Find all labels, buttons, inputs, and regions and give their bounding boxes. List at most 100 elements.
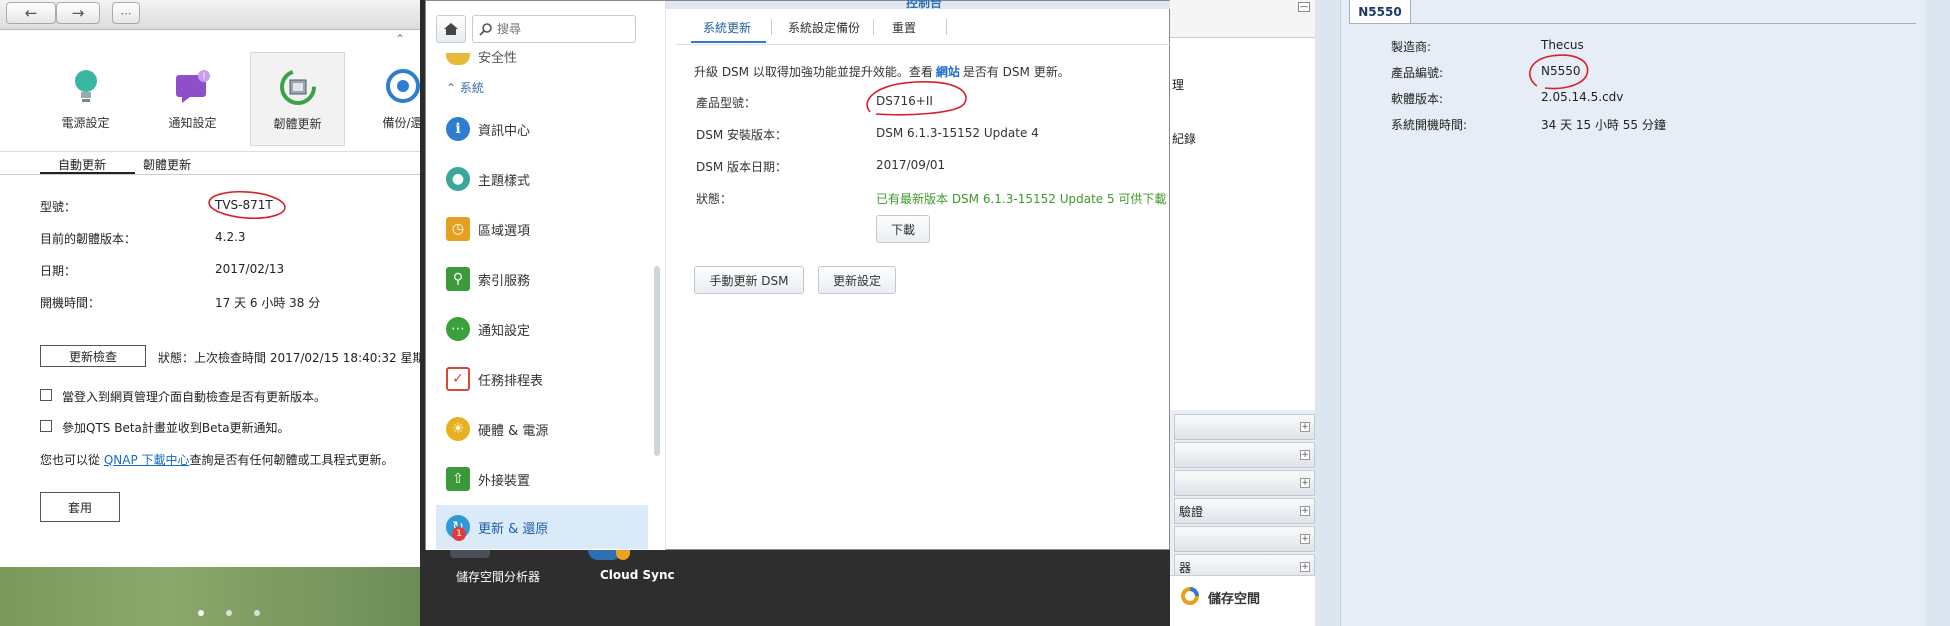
expand-icon[interactable]: + bbox=[1300, 450, 1310, 460]
collapsed-row[interactable]: + bbox=[1174, 442, 1315, 468]
collapsed-row[interactable]: + bbox=[1174, 526, 1315, 552]
search-index-icon: ⚲ bbox=[446, 267, 470, 291]
tab-n5550[interactable]: N5550 bbox=[1349, 0, 1411, 24]
calendar-clock-icon: ◷ bbox=[446, 217, 470, 241]
power-settings-tile[interactable]: 電源設定 bbox=[38, 52, 133, 146]
storage-label: 儲存空間 bbox=[1208, 592, 1261, 607]
sidebar-item-security-partial[interactable]: 安全性 bbox=[446, 51, 656, 65]
beta-checkbox[interactable] bbox=[40, 420, 52, 432]
sidebar-item-info-center[interactable]: i 資訊中心 bbox=[446, 107, 656, 151]
window-title: 控制台 bbox=[906, 0, 943, 10]
sidebar-scrollbar[interactable] bbox=[654, 266, 660, 456]
backup-tile[interactable]: 備份/還 bbox=[355, 52, 420, 146]
tab-system-update[interactable]: 系統更新 bbox=[703, 19, 751, 36]
sidebar-item-external-devices[interactable]: ⇧ 外接裝置 bbox=[446, 457, 656, 501]
status-text: 狀態：上次檢查時間 2017/02/15 18:40:32 星期 bbox=[158, 351, 420, 365]
expand-icon[interactable]: + bbox=[1300, 478, 1310, 488]
apply-button[interactable]: 套用 bbox=[40, 492, 120, 522]
tab-config-backup[interactable]: 系統設定備份 bbox=[788, 19, 860, 36]
qnap-toolbar: ← → ⋯ ⌃ bbox=[0, 0, 420, 46]
info-icon: i bbox=[446, 117, 470, 141]
active-tab-underline bbox=[691, 41, 766, 43]
qnap-icon-row: 電源設定 ! 通知設定 韌體更新 備份/還 bbox=[0, 40, 420, 152]
sidebar-item-hardware-power[interactable]: ☀ 硬體 & 電源 bbox=[446, 407, 656, 451]
qnap-download-center-link[interactable]: QNAP 下載中心 bbox=[104, 453, 190, 467]
search-box[interactable] bbox=[472, 15, 636, 43]
dsm-version-label: DSM 安裝版本： bbox=[696, 128, 788, 142]
storage-analyzer-label[interactable]: 儲存空間分析器 bbox=[456, 568, 540, 585]
software-version-value: 2.05.14.5.cdv bbox=[1541, 90, 1624, 104]
firmware-update-icon bbox=[278, 67, 318, 107]
expand-icon[interactable]: + bbox=[1300, 506, 1310, 516]
storage-analyzer-icon[interactable] bbox=[450, 550, 490, 558]
dsm-date-label: DSM 版本日期： bbox=[696, 160, 788, 174]
tile-label: 備份/還 bbox=[382, 116, 420, 130]
sidebar-item-notification[interactable]: ⋯ 通知設定 bbox=[446, 307, 656, 351]
sidebar-item-indexing[interactable]: ⚲ 索引服務 bbox=[446, 257, 656, 301]
model-label: 型號： bbox=[40, 200, 77, 214]
page-dot[interactable] bbox=[254, 610, 260, 616]
download-button[interactable]: 下載 bbox=[876, 215, 930, 243]
sidebar-item-label: 索引服務 bbox=[478, 273, 531, 289]
forward-button[interactable]: → bbox=[56, 2, 100, 24]
check-update-button[interactable]: 更新檢查 bbox=[40, 345, 146, 367]
sidebar-item-task-scheduler[interactable]: ✓ 任務排程表 bbox=[446, 357, 656, 401]
collapsed-row[interactable]: + bbox=[1174, 414, 1315, 440]
row-label: 器 bbox=[1179, 560, 1192, 575]
sidebar-item-label: 區域選項 bbox=[478, 223, 531, 239]
tile-label: 電源設定 bbox=[61, 116, 110, 130]
firmware-update-tile[interactable]: 韌體更新 bbox=[250, 52, 345, 146]
desktop-wallpaper bbox=[0, 567, 420, 626]
row-label: 驗證 bbox=[1179, 504, 1204, 519]
storage-widget[interactable]: 儲存空間 bbox=[1170, 575, 1315, 626]
tab-firmware-update[interactable]: 韌體更新 bbox=[143, 156, 191, 173]
expand-icon[interactable]: + bbox=[1300, 422, 1310, 432]
control-panel-window: 控制台 安全性 ⌃ 系統 i 資訊中心 ● 主題樣式 bbox=[425, 0, 1170, 551]
manual-update-dsm-button[interactable]: 手動更新 DSM bbox=[694, 266, 804, 294]
tab-auto-update[interactable]: 自動更新 bbox=[58, 156, 106, 173]
sidebar-item-label: 通知設定 bbox=[478, 323, 531, 339]
sidebar-item-theme[interactable]: ● 主題樣式 bbox=[446, 157, 656, 201]
qnap-firmware-panel: ← → ⋯ ⌃ 電源設定 ! 通知設定 韌體更新 備份/還 自動更新 韌體更新 … bbox=[0, 0, 420, 626]
section-label: 系統 bbox=[459, 81, 484, 95]
page-dot-active[interactable] bbox=[198, 610, 204, 616]
home-button[interactable] bbox=[436, 15, 466, 43]
download-hint: 您也可以從 QNAP 下載中心查詢是否有任何韌體或工具程式更新。 bbox=[40, 451, 394, 468]
uptime-value: 17 天 6 小時 38 分 bbox=[215, 296, 321, 310]
update-settings-button[interactable]: 更新設定 bbox=[818, 266, 896, 294]
sidebar-item-update-restore[interactable]: ↻ 1 更新 & 還原 bbox=[436, 505, 648, 549]
search-input[interactable] bbox=[497, 22, 627, 36]
system-uptime-label: 系統開機時間: bbox=[1391, 118, 1468, 132]
beta-label: 參加QTS Beta計畫並收到Beta更新通知。 bbox=[62, 421, 290, 435]
page-dot[interactable] bbox=[226, 610, 232, 616]
firmware-version-label: 目前的韌體版本： bbox=[40, 232, 137, 246]
hint-prefix: 您也可以從 bbox=[40, 453, 104, 467]
back-button[interactable]: ← bbox=[6, 2, 56, 24]
auto-check-checkbox[interactable] bbox=[40, 389, 52, 401]
scroll-up-button[interactable]: — bbox=[1298, 2, 1310, 12]
expand-icon[interactable]: + bbox=[1300, 562, 1310, 572]
notification-tile[interactable]: ! 通知設定 bbox=[145, 52, 240, 146]
sidebar-item-label: 任務排程表 bbox=[478, 373, 544, 389]
sidebar-item-regional[interactable]: ◷ 區域選項 bbox=[446, 207, 656, 251]
svg-text:!: ! bbox=[202, 72, 206, 82]
tab-reset[interactable]: 重置 bbox=[892, 19, 916, 36]
tab-divider bbox=[1411, 23, 1916, 24]
sidebar-item-label: 安全性 bbox=[478, 51, 518, 65]
cloud-sync-label[interactable]: Cloud Sync bbox=[600, 568, 675, 582]
collapsed-row[interactable]: 驗證 + bbox=[1174, 498, 1315, 524]
uptime-label: 開機時間： bbox=[40, 296, 101, 310]
collapsed-row[interactable]: + bbox=[1174, 470, 1315, 496]
text-fragment: 理 bbox=[1172, 78, 1185, 92]
tile-label: 通知設定 bbox=[168, 116, 217, 130]
red-circle-annotation bbox=[208, 190, 286, 220]
text-fragment: 紀錄 bbox=[1172, 132, 1197, 146]
grid-icon: ⋯ bbox=[120, 6, 132, 20]
control-panel-sidebar: 安全性 ⌃ 系統 i 資訊中心 ● 主題樣式 ◷ 區域選項 ⚲ 索引服務 ⋯ 通… bbox=[426, 1, 666, 551]
section-system[interactable]: ⌃ 系統 bbox=[446, 79, 484, 96]
expand-icon[interactable]: + bbox=[1300, 534, 1310, 544]
thecus-content: N5550 製造商: Thecus 產品編號: N5550 軟體版本: 2.05… bbox=[1340, 0, 1925, 626]
status-value: 已有最新版本 DSM 6.1.3-15152 Update 5 可供下載 bbox=[876, 192, 1167, 206]
apps-grid-button[interactable]: ⋯ bbox=[112, 2, 140, 24]
date-label: 日期： bbox=[40, 264, 77, 278]
